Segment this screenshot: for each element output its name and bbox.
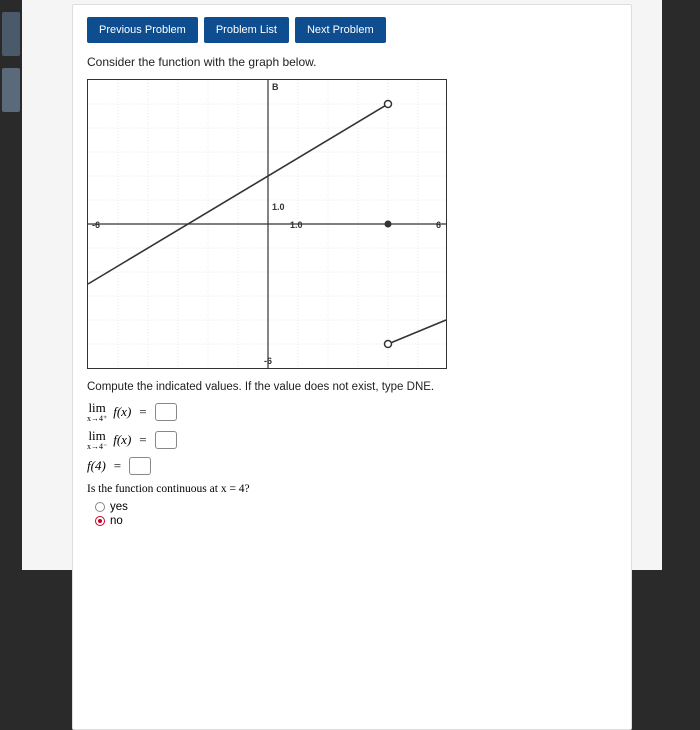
q3-row: f(4) =	[87, 457, 617, 475]
radio-no-label: no	[110, 515, 123, 527]
compute-instructions: Compute the indicated values. If the val…	[87, 381, 617, 393]
closed-point	[385, 221, 392, 228]
q2-eq: =	[139, 432, 146, 448]
problem-list-button[interactable]: Problem List	[204, 17, 289, 43]
q1-limit: lim x→4⁺	[87, 401, 107, 423]
sidebar-tab-2[interactable]	[2, 68, 20, 112]
origin-label: 1.0	[272, 202, 285, 212]
next-problem-button[interactable]: Next Problem	[295, 17, 386, 43]
q3-eq: =	[114, 458, 121, 474]
radio-yes-label: yes	[110, 501, 128, 513]
previous-problem-button[interactable]: Previous Problem	[87, 17, 198, 43]
open-circle-bottom	[385, 341, 392, 348]
continuity-question: Is the function continuous at x = 4?	[87, 483, 617, 495]
q1-eq: =	[139, 404, 146, 420]
function-graph: -6 6 -6 B 1.0 1.0	[87, 79, 447, 369]
problem-content: Previous Problem Problem List Next Probl…	[72, 4, 632, 730]
nav-row: Previous Problem Problem List Next Probl…	[87, 17, 617, 43]
graph-svg: -6 6 -6 B 1.0 1.0	[88, 80, 446, 368]
y-neg-label: -6	[264, 356, 272, 366]
x-neg-label: -6	[92, 220, 100, 230]
radio-no-dot	[95, 516, 105, 526]
q1-answer-input[interactable]	[155, 403, 177, 421]
sidebar-tabs	[0, 0, 22, 570]
svg-text:B: B	[272, 82, 279, 92]
problem-prompt: Consider the function with the graph bel…	[87, 55, 617, 69]
radio-yes[interactable]: yes	[95, 501, 617, 513]
q3-fx: f(4)	[87, 458, 106, 474]
q2-limit: lim x→4⁻	[87, 429, 107, 451]
open-circle-top	[385, 101, 392, 108]
radio-yes-dot	[95, 502, 105, 512]
q1-fx: f(x)	[113, 404, 131, 420]
q2-answer-input[interactable]	[155, 431, 177, 449]
x-tick-label: 1.0	[290, 220, 303, 230]
q3-answer-input[interactable]	[129, 457, 151, 475]
q1-row: lim x→4⁺ f(x) =	[87, 401, 617, 423]
lower-segment	[388, 320, 446, 344]
x-pos-label: 6	[436, 220, 441, 230]
q2-fx: f(x)	[113, 432, 131, 448]
radio-no[interactable]: no	[95, 515, 617, 527]
q2-row: lim x→4⁻ f(x) =	[87, 429, 617, 451]
page-wrap: Previous Problem Problem List Next Probl…	[22, 0, 662, 570]
sidebar-tab-1[interactable]	[2, 12, 20, 56]
